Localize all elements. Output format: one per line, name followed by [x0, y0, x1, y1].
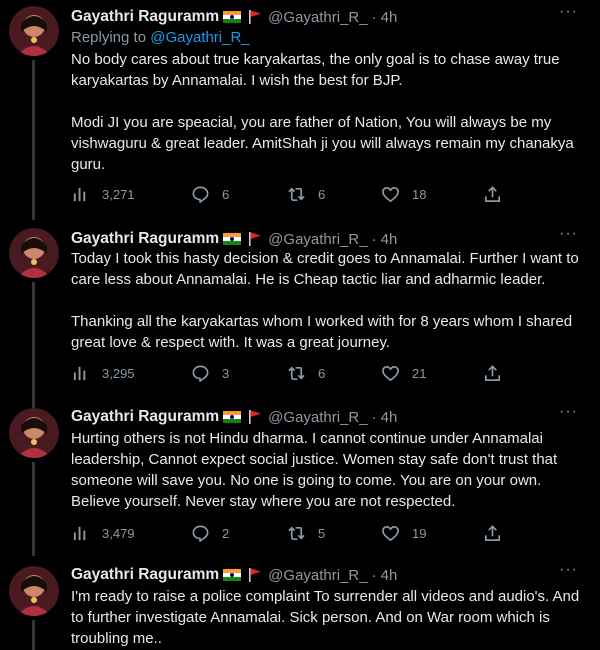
views-button[interactable]: 3,295 — [71, 362, 135, 384]
heart-icon — [382, 525, 399, 541]
user-handle[interactable]: @Gayathri_R_ — [268, 231, 367, 248]
avatar[interactable] — [9, 228, 59, 278]
heart-icon — [382, 186, 399, 202]
thread-line — [32, 60, 35, 220]
tweet-header: Gayathri Raguramm @Gayathri_R_ · 4h — [71, 564, 397, 586]
views-button[interactable]: 3,271 — [71, 183, 135, 205]
india-flag-icon — [223, 411, 242, 423]
avatar[interactable] — [9, 566, 59, 616]
retweet-count: 5 — [318, 525, 326, 541]
separator: · — [371, 566, 377, 584]
like-button[interactable]: 19 — [381, 522, 426, 544]
reply-count: 2 — [222, 525, 230, 541]
user-handle[interactable]: @Gayathri_R_ — [268, 409, 367, 426]
share-icon — [484, 364, 501, 381]
speech-bubble-icon — [192, 525, 209, 542]
separator: · — [371, 230, 377, 248]
red-flag-icon — [249, 410, 262, 424]
separator: · — [371, 408, 377, 426]
speech-bubble-icon — [192, 186, 209, 203]
retweet-icon — [288, 366, 305, 380]
retweet-count: 6 — [318, 365, 326, 381]
share-icon — [484, 185, 501, 202]
user-handle[interactable]: @Gayathri_R_ — [268, 567, 367, 584]
more-dots-icon[interactable]: ··· — [559, 226, 578, 242]
avatar[interactable] — [9, 6, 59, 56]
user-handle[interactable]: @Gayathri_R_ — [268, 9, 367, 26]
retweet-button[interactable]: 5 — [287, 522, 325, 544]
display-name[interactable]: Gayathri Raguramm — [71, 566, 219, 584]
replying-to: Replying to @Gayathri_R_ — [71, 29, 250, 46]
tweet-text: Today I took this hasty decision & credi… — [71, 250, 579, 351]
retweet-button[interactable]: 6 — [287, 183, 325, 205]
action-bar: 3,271 6 6 18 — [71, 183, 511, 205]
views-count: 3,271 — [102, 186, 135, 202]
thread-line — [32, 620, 35, 650]
reply-button[interactable]: 6 — [191, 183, 229, 205]
more-dots-icon[interactable]: ··· — [559, 404, 578, 420]
reply-button[interactable]: 3 — [191, 362, 229, 384]
like-count: 21 — [412, 365, 427, 381]
share-button[interactable] — [483, 183, 502, 205]
retweet-icon — [288, 187, 305, 201]
views-button[interactable]: 3,479 — [71, 522, 135, 544]
views-count: 3,479 — [102, 525, 135, 541]
bar-chart-icon — [73, 366, 86, 380]
tweet-header: Gayathri Raguramm @Gayathri_R_ · 4h — [71, 6, 397, 28]
replying-to-handle[interactable]: @Gayathri_R_ — [150, 29, 249, 46]
india-flag-icon — [223, 569, 242, 581]
more-dots-icon[interactable]: ··· — [559, 4, 578, 20]
reply-button[interactable]: 2 — [191, 522, 229, 544]
timestamp[interactable]: 4h — [381, 9, 398, 26]
tweet-header: Gayathri Raguramm @Gayathri_R_ · 4h — [71, 406, 397, 428]
red-flag-icon — [249, 568, 262, 582]
timestamp[interactable]: 4h — [381, 567, 398, 584]
retweet-icon — [288, 526, 305, 540]
tweet-text: No body cares about true karyakartas, th… — [71, 51, 574, 173]
action-bar: 3,295 3 6 21 — [71, 362, 511, 384]
share-button[interactable] — [483, 522, 502, 544]
red-flag-icon — [249, 232, 262, 246]
bar-chart-icon — [73, 187, 86, 201]
retweet-button[interactable]: 6 — [287, 362, 325, 384]
display-name[interactable]: Gayathri Raguramm — [71, 230, 219, 248]
reply-count: 3 — [222, 365, 230, 381]
display-name[interactable]: Gayathri Raguramm — [71, 408, 219, 426]
avatar[interactable] — [9, 408, 59, 458]
tweet-header: Gayathri Raguramm @Gayathri_R_ · 4h — [71, 228, 397, 250]
action-bar: 3,479 2 5 19 — [71, 522, 511, 544]
tweet-text: Hurting others is not Hindu dharma. I ca… — [71, 430, 558, 510]
tweet-text: I'm ready to raise a police complaint To… — [71, 588, 580, 647]
thread-line — [32, 282, 35, 408]
views-count: 3,295 — [102, 365, 135, 381]
share-button[interactable] — [483, 362, 502, 384]
like-button[interactable]: 18 — [381, 183, 426, 205]
like-count: 19 — [412, 525, 427, 541]
india-flag-icon — [223, 233, 242, 245]
thread-line — [32, 462, 35, 556]
timestamp[interactable]: 4h — [381, 409, 398, 426]
speech-bubble-icon — [192, 365, 209, 382]
separator: · — [371, 8, 377, 26]
reply-count: 6 — [222, 186, 230, 202]
india-flag-icon — [223, 11, 242, 23]
display-name[interactable]: Gayathri Raguramm — [71, 8, 219, 26]
bar-chart-icon — [73, 526, 86, 540]
share-icon — [484, 524, 501, 541]
timestamp[interactable]: 4h — [381, 231, 398, 248]
like-count: 18 — [412, 186, 427, 202]
red-flag-icon — [249, 10, 262, 24]
replying-label: Replying to — [71, 29, 147, 46]
like-button[interactable]: 21 — [381, 362, 426, 384]
more-dots-icon[interactable]: ··· — [559, 562, 578, 578]
heart-icon — [382, 365, 399, 381]
retweet-count: 6 — [318, 186, 326, 202]
